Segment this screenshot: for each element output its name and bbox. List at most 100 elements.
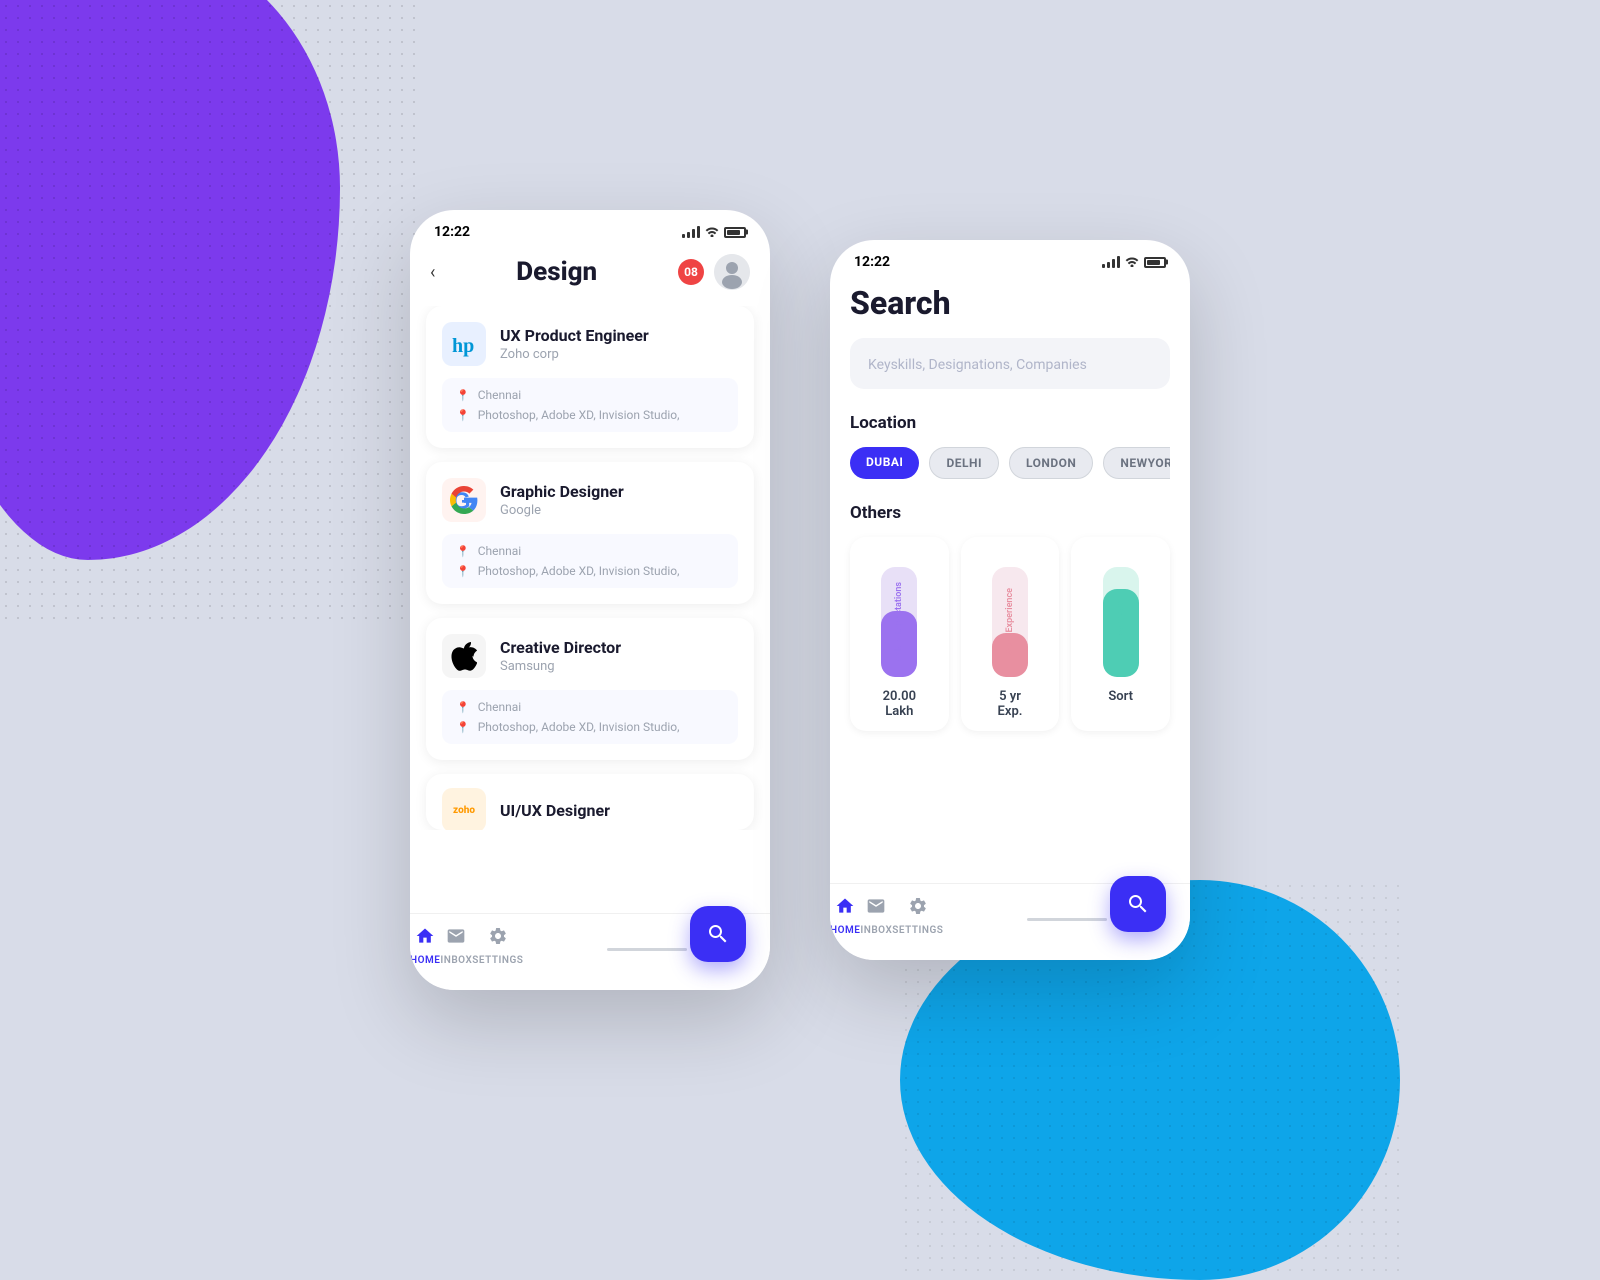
signal-bar-1 [682,234,685,238]
user-avatar[interactable] [714,254,750,290]
work-exp-chart-area: Work Experience [961,537,1060,677]
job-card-3[interactable]: Creative Director Samsung 📍 Chennai 📍 Ph… [426,618,754,760]
battery-icon-left [724,227,746,238]
job-card-1[interactable]: hp UX Product Engineer Zoho corp 📍 Chenn… [426,306,754,448]
signal-bar-2 [687,232,690,238]
job-3-info: Creative Director Samsung [500,638,621,674]
inbox-icon-right [866,896,886,921]
nav-settings-left[interactable]: SETTINGS [472,926,523,966]
nav-inbox-left[interactable]: INBOX [440,926,472,966]
search-title: Search [850,276,1170,338]
signal-bar-4 [697,226,700,238]
job-1-company: Zoho corp [500,347,649,362]
location-tag-dubai[interactable]: DUBAI [850,447,919,479]
nav-home-right[interactable]: HOME [830,896,860,936]
job-card-2-header: G Graphic [442,478,738,522]
location-tag-delhi[interactable]: DELHI [929,447,999,479]
job-card-4[interactable]: zoho UI/UX Designer [426,774,754,830]
nav-inbox-label-right: INBOX [860,925,892,936]
freshness-card[interactable]: Freshness Sort [1071,537,1170,731]
status-icons-right [1102,255,1166,270]
job-1-info: UX Product Engineer Zoho corp [500,326,649,362]
search-input-container[interactable]: Keyskills, Designations, Companies [850,338,1170,389]
hp-logo: hp [442,322,486,366]
signal-bar-3 [692,229,695,238]
job-1-title: UX Product Engineer [500,326,649,345]
google-logo: G [442,478,486,522]
job-2-location: Chennai [478,544,521,558]
signal-bar-r2 [1107,262,1110,268]
job-3-skills: Photoshop, Adobe XD, Invision Studio, [478,720,680,734]
status-icons-left [682,225,746,240]
job-3-location-row: 📍 Chennai [456,700,724,714]
location-pin-icon-2: 📍 [456,545,470,558]
job-1-skills: Photoshop, Adobe XD, Invision Studio, [478,408,680,422]
job-2-title: Graphic Designer [500,482,624,501]
location-tag-newyork[interactable]: NEWYORK [1103,447,1170,479]
salary-bar-label: Salary Expectations [894,582,904,662]
header-right: 08 [678,254,750,290]
job-4-title: UI/UX Designer [500,801,610,820]
inbox-icon-left [446,926,466,951]
bg-purple-dots [0,0,420,620]
nav-home-label-left: HOME [410,955,440,966]
search-placeholder: Keyskills, Designations, Companies [868,357,1087,373]
signal-bar-r3 [1112,259,1115,268]
others-section-title: Others [850,503,1170,523]
nav-inbox-label-left: INBOX [440,955,472,966]
phone-left: 12:22 ‹ Design 08 [410,210,770,990]
battery-icon-right [1144,257,1166,268]
skills-icon-3: 📍 [456,721,470,734]
settings-icon-left [488,926,508,951]
page-header-left: ‹ Design 08 [410,246,770,306]
others-grid: Salary Expectations 20.00 Lakh [850,537,1170,731]
nav-home-label-right: HOME [830,925,860,936]
job-card-2[interactable]: G Graphic [426,462,754,604]
nav-indicator-right [1027,918,1107,921]
phone-right: 12:22 Search Keyskill [830,240,1190,960]
zoho-logo: zoho [442,788,486,830]
fab-search-right[interactable] [1110,876,1166,932]
notification-badge[interactable]: 08 [678,259,704,285]
job-3-location: Chennai [478,700,521,714]
location-tag-london[interactable]: LONDON [1009,447,1093,479]
skills-icon-2: 📍 [456,565,470,578]
time-right: 12:22 [854,254,890,270]
fab-search-left[interactable] [690,906,746,962]
location-tags: DUBAI DELHI LONDON NEWYORK [850,447,1170,479]
work-exp-bar-label: Work Experience [1005,588,1015,656]
nav-settings-right[interactable]: SETTINGS [892,896,943,936]
freshness-bar-label: Freshness [1116,601,1126,643]
back-button[interactable]: ‹ [430,262,435,283]
page-title: Design [516,257,597,287]
salary-card[interactable]: Salary Expectations 20.00 Lakh [850,537,949,731]
job-2-skills-row: 📍 Photoshop, Adobe XD, Invision Studio, [456,564,724,578]
settings-icon-right [908,896,928,921]
status-bar-left: 12:22 [410,210,770,246]
signal-bars-right [1102,256,1120,268]
work-exp-card[interactable]: Work Experience 5 yr Exp. [961,537,1060,731]
wifi-icon-left [704,225,720,240]
signal-bar-r4 [1117,256,1120,268]
search-screen: Search Keyskills, Designations, Companie… [830,276,1190,731]
wifi-icon-right [1124,255,1140,270]
job-3-skills-row: 📍 Photoshop, Adobe XD, Invision Studio, [456,720,724,734]
signal-bar-r1 [1102,264,1105,268]
nav-home-left[interactable]: HOME [410,926,440,966]
job-1-location-row: 📍 Chennai [456,388,724,402]
salary-card-label: 20.00 Lakh [850,677,949,731]
location-section-title: Location [850,413,1170,433]
job-2-company: Google [500,503,624,518]
location-pin-icon-3: 📍 [456,701,470,714]
nav-indicator-left [607,948,687,951]
nav-inbox-right[interactable]: INBOX [860,896,892,936]
job-1-location: Chennai [478,388,521,402]
jobs-list: hp UX Product Engineer Zoho corp 📍 Chenn… [410,306,770,830]
home-icon-right [835,896,855,921]
svg-text:hp: hp [452,335,474,357]
signal-bars-left [682,226,700,238]
nav-settings-label-left: SETTINGS [472,955,523,966]
job-3-company: Samsung [500,659,621,674]
location-pin-icon-1: 📍 [456,389,470,402]
bottom-nav-left: HOME INBOX SETTINGS [410,913,770,990]
